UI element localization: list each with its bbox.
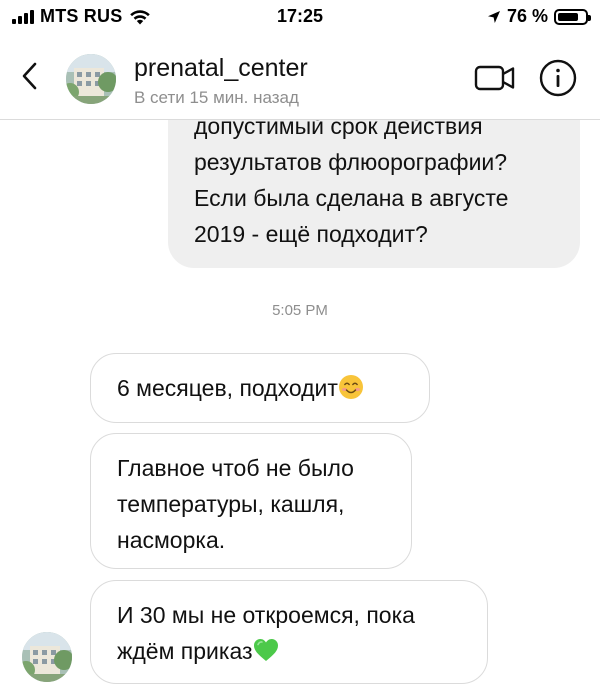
status-right: 76 %: [487, 6, 591, 27]
received-message-bubble[interactable]: И 30 мы не откроемся, пока ждём приказ: [90, 580, 488, 684]
battery-nub: [588, 14, 591, 21]
chevron-left-icon[interactable]: [16, 58, 44, 94]
status-bar: MTS RUS 17:25 76 %: [0, 0, 600, 34]
sender-avatar[interactable]: [22, 632, 72, 682]
online-status: В сети 15 мин. назад: [134, 88, 299, 107]
building-photo-icon: [66, 54, 116, 104]
smiling-face-emoji: [338, 375, 363, 399]
message-timestamp: 5:05 PM: [272, 302, 328, 319]
received-message-text: 6 месяцев, подходит: [117, 375, 338, 401]
avatar[interactable]: [66, 54, 116, 104]
received-message-bubble[interactable]: Главное чтоб не было температуры, кашля,…: [90, 433, 412, 569]
chat-header: prenatal_center В сети 15 мин. назад: [0, 34, 600, 120]
battery-icon: [554, 8, 591, 25]
chat-title[interactable]: prenatal_center: [134, 54, 308, 83]
building-photo-icon: [22, 632, 72, 682]
green-heart-emoji: [253, 639, 278, 661]
battery-percent: 76 %: [506, 6, 548, 26]
received-message-bubble[interactable]: 6 месяцев, подходит: [90, 353, 430, 423]
received-message-text: Главное чтоб не было температуры, кашля,…: [117, 455, 354, 553]
info-icon[interactable]: [538, 58, 578, 98]
sent-message-text: допустимый срок действия результатов флю…: [194, 113, 509, 247]
location-arrow-icon: [487, 10, 500, 23]
battery-level: [558, 12, 578, 21]
video-camera-icon[interactable]: [474, 62, 516, 94]
